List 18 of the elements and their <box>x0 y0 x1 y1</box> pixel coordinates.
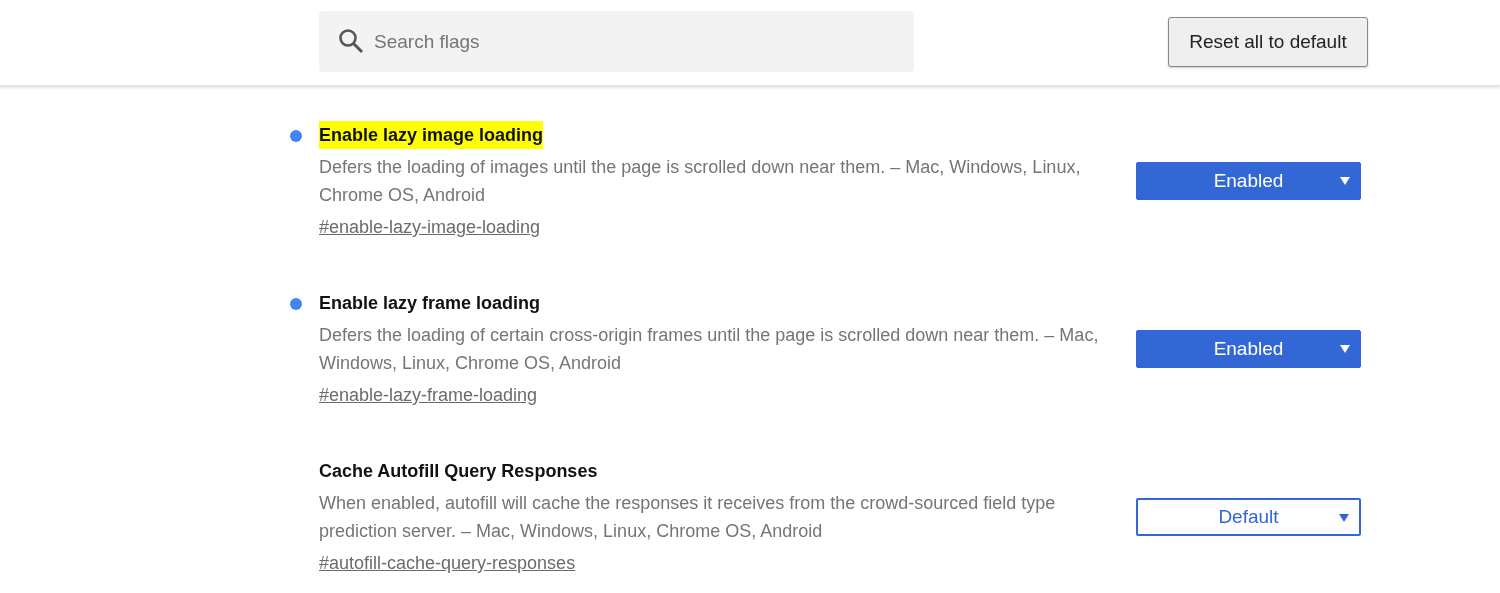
flag-title: Enable lazy image loading <box>319 121 544 149</box>
reset-button[interactable]: Reset all to default <box>1168 17 1368 67</box>
flag-title: Cache Autofill Query Responses <box>319 460 598 483</box>
flag-link[interactable]: #enable-lazy-frame-loading <box>319 381 538 409</box>
flag-description: Defers the loading of images until the page is scrolled down near them. – Mac, Windows, Linux, Chrome OS, Android <box>319 156 1082 207</box>
state-dropdown[interactable]: Default <box>1136 498 1361 536</box>
caret-icon <box>1339 514 1349 522</box>
search-icon <box>338 28 364 54</box>
flag-link[interactable]: #enable-lazy-image-loading <box>319 213 541 241</box>
flag-description: When enabled, autofill will cache the responses it receives from the crowd-sourced field type prediction server. – Mac, Windows, Linux, Chrome OS, Android <box>319 492 1057 543</box>
caret-icon <box>1340 345 1350 353</box>
state-dropdown[interactable]: Enabled <box>1136 162 1361 200</box>
search-field[interactable]: Search flags <box>319 11 914 72</box>
flag-description: Defers the loading of certain cross-origin frames until the page is scrolled down near them. – Mac, Windows, Linux, Chrome OS, Android <box>319 324 1100 375</box>
flag-title: Enable lazy frame loading <box>319 292 541 315</box>
flag-link[interactable]: #autofill-cache-query-responses <box>319 549 576 577</box>
caret-icon <box>1340 177 1350 185</box>
state-dropdown[interactable]: Enabled <box>1136 330 1361 368</box>
